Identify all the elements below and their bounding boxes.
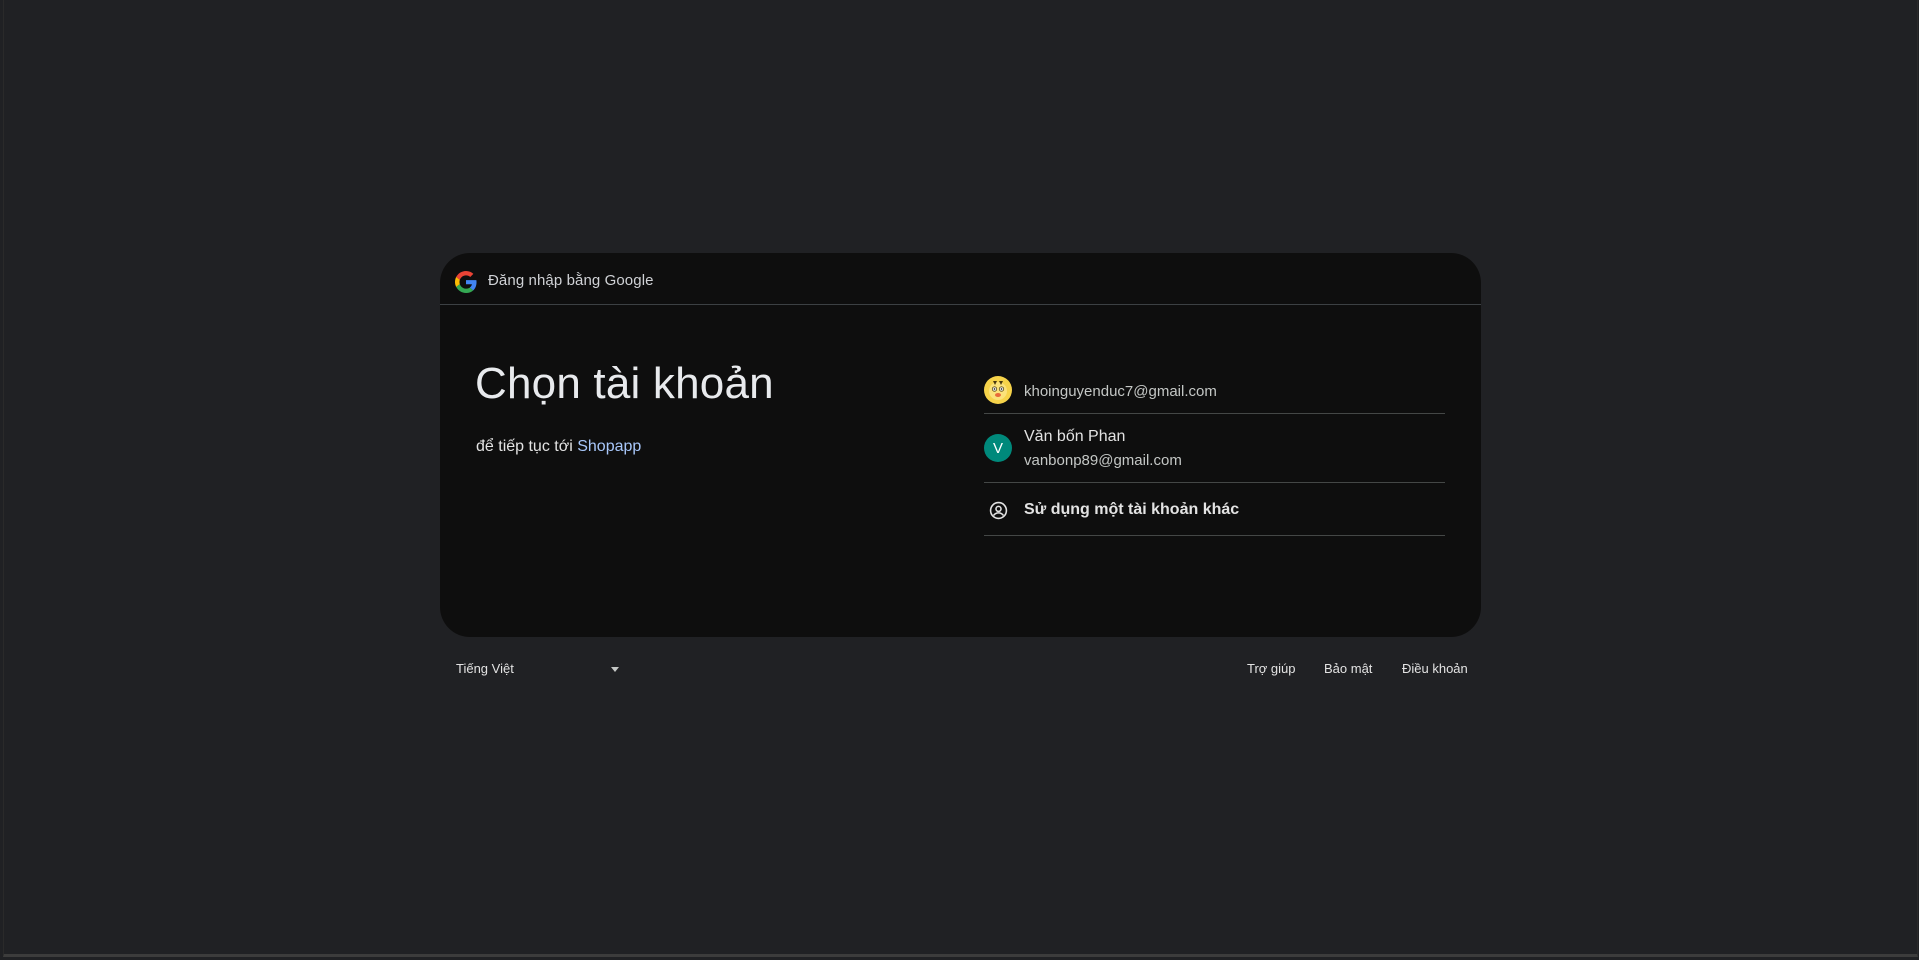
privacy-link[interactable]: Bảo mật	[1324, 661, 1372, 676]
chevron-down-icon	[611, 667, 619, 672]
terms-link[interactable]: Điều khoản	[1402, 661, 1468, 676]
help-link[interactable]: Trợ giúp	[1247, 661, 1296, 676]
account-circle-icon	[989, 501, 1008, 520]
card-header: Đăng nhập bằng Google	[440, 253, 1481, 305]
cartoon-avatar-icon	[984, 376, 1012, 404]
sign-in-card: Đăng nhập bằng Google Chọn tài khoản để …	[440, 253, 1481, 637]
google-g-icon	[455, 271, 477, 293]
header-title: Đăng nhập bằng Google	[488, 272, 654, 289]
use-another-account-button[interactable]: Sử dụng một tài khoản khác	[984, 483, 1445, 536]
use-another-account-label: Sử dụng một tài khoản khác	[1024, 501, 1240, 518]
language-label: Tiếng Việt	[456, 661, 514, 676]
account-item-vanbonp89[interactable]: V Văn bốn Phan vanbonp89@gmail.com	[984, 414, 1445, 483]
app-name-link[interactable]: Shopapp	[577, 438, 641, 455]
language-selector[interactable]: Tiếng Việt	[456, 660, 626, 682]
account-email: khoinguyenduc7@gmail.com	[1024, 383, 1217, 400]
avatar-letter: V	[984, 434, 1012, 462]
subtitle: để tiếp tục tới Shopapp	[476, 438, 641, 456]
page-title: Chọn tài khoản	[475, 359, 774, 408]
account-name: Văn bốn Phan	[1024, 428, 1126, 445]
account-email: vanbonp89@gmail.com	[1024, 452, 1182, 469]
subtitle-prefix: để tiếp tục tới	[476, 438, 578, 455]
account-list: khoinguyenduc7@gmail.com V Văn bốn Phan …	[984, 365, 1445, 536]
account-item-khoinguyenduc7[interactable]: khoinguyenduc7@gmail.com	[984, 365, 1445, 414]
